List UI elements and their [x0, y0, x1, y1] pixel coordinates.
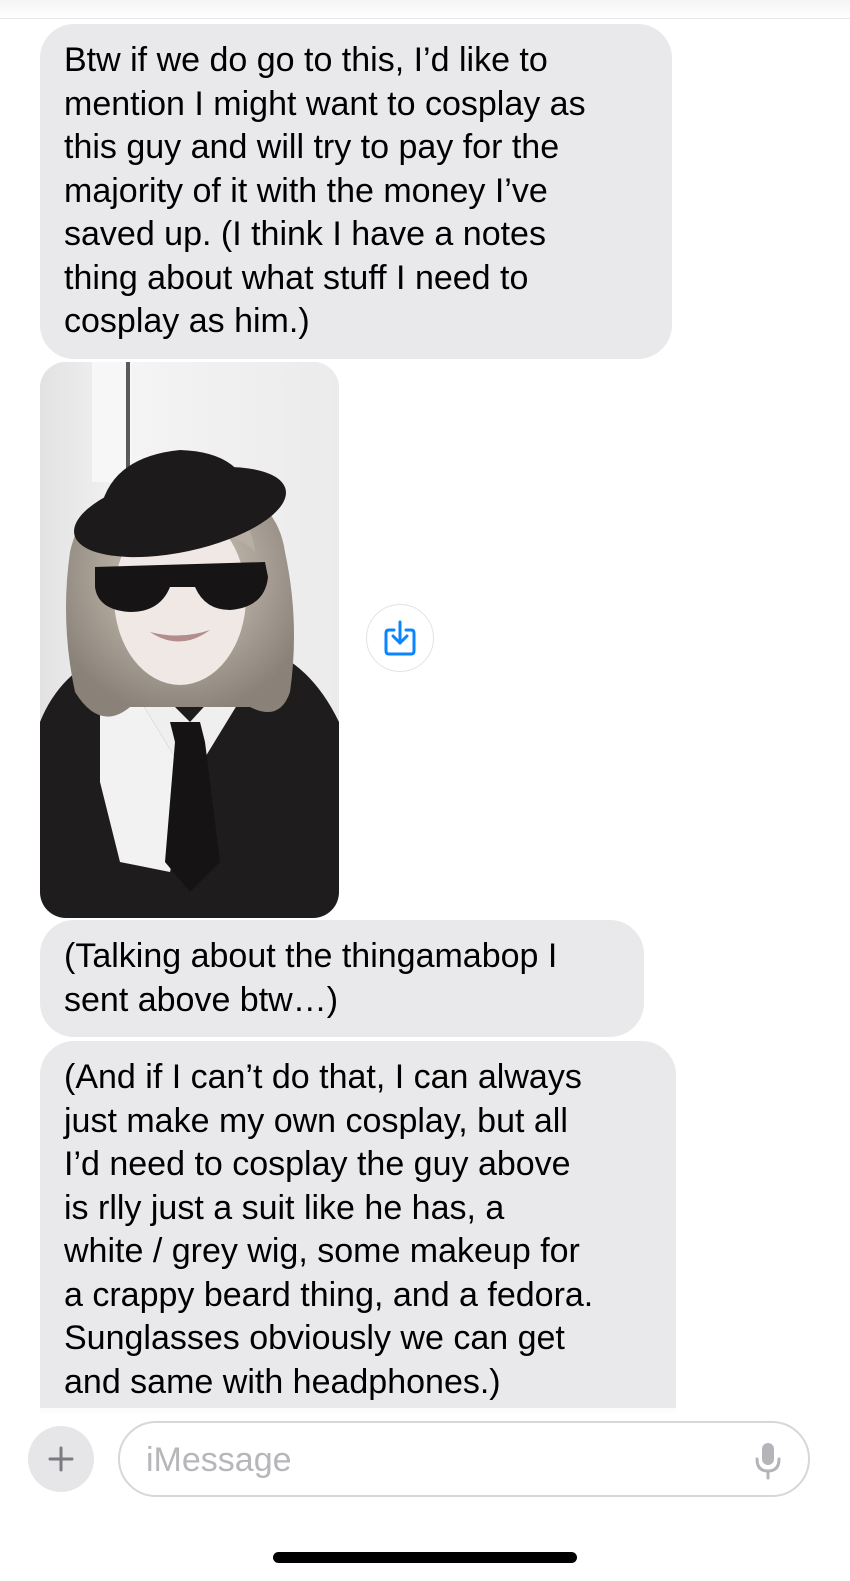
cosplay-photo-image	[40, 362, 339, 918]
plus-icon	[48, 1446, 74, 1472]
save-photo-button[interactable]	[366, 604, 434, 672]
message-bubble-incoming[interactable]: (Talking about the thingamabop I sent ab…	[40, 920, 644, 1037]
imessage-input[interactable]: iMessage	[118, 1421, 810, 1497]
home-indicator[interactable]	[273, 1552, 577, 1563]
save-to-photos-icon	[384, 620, 416, 656]
microphone-icon[interactable]	[754, 1441, 782, 1481]
message-bubble-incoming[interactable]: Btw if we do go to this, I’d like to men…	[40, 24, 672, 359]
message-bubble-incoming[interactable]: (And if I can’t do that, I can always ju…	[40, 1041, 676, 1413]
photo-attachment[interactable]	[40, 362, 339, 918]
conversation-screen: Btw if we do go to this, I’d like to men…	[0, 0, 850, 1581]
add-attachment-button[interactable]	[28, 1426, 94, 1492]
input-placeholder: iMessage	[146, 1441, 292, 1479]
top-edge	[0, 0, 850, 19]
